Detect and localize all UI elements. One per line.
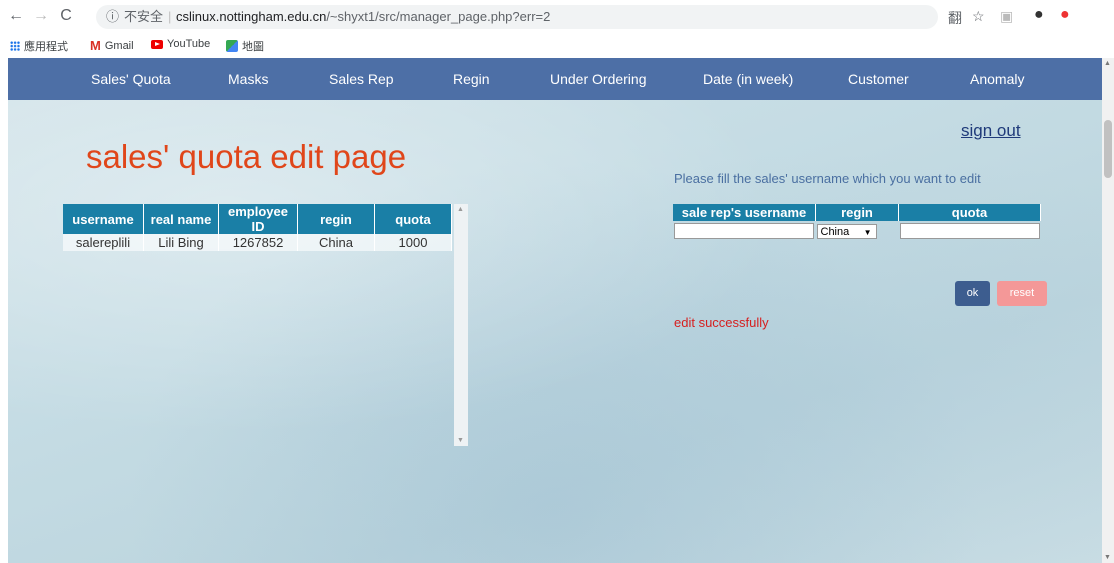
- cell-username: salereplili: [63, 234, 144, 251]
- bookmark-label: 應用程式: [24, 41, 68, 53]
- col-regin: regin: [815, 204, 899, 221]
- gmail-icon: M: [90, 38, 101, 53]
- form-input-row: China ▼: [673, 221, 1041, 241]
- bookmark-label: YouTube: [167, 38, 211, 50]
- col-regin: regin: [297, 204, 375, 234]
- translate-icon[interactable]: 翻: [948, 8, 962, 28]
- table-header-row: username real name employee ID regin quo…: [63, 204, 452, 234]
- apps-icon: [10, 41, 20, 51]
- nav-sales-quota[interactable]: Sales' Quota: [91, 71, 171, 87]
- bookmark-youtube[interactable]: YouTube: [151, 38, 210, 50]
- tab-icon[interactable]: ▣: [1000, 8, 1013, 25]
- cell-quota: 1000: [374, 234, 452, 251]
- browser-toolbar: ← → C ⓘ 不安全 | cslinux.nottingham.edu.cn/…: [0, 0, 1114, 34]
- col-quota: quota: [374, 204, 452, 234]
- nav-customer[interactable]: Customer: [848, 71, 909, 87]
- nav-regin[interactable]: Regin: [453, 71, 490, 87]
- sales-quota-table: username real name employee ID regin quo…: [63, 204, 452, 251]
- reset-button[interactable]: reset: [997, 281, 1047, 306]
- bookmark-label: Gmail: [104, 39, 134, 52]
- dropdown-arrow-icon: ▼: [863, 227, 872, 237]
- insecure-label: 不安全: [124, 9, 164, 24]
- page-scrollbar[interactable]: ▲ ▼: [1102, 58, 1114, 563]
- url-text: cslinux.nottingham.edu.cn/~shyxt1/src/ma…: [176, 5, 550, 29]
- username-input[interactable]: [674, 223, 814, 239]
- extension-icon[interactable]: ●: [1060, 6, 1070, 24]
- separator: |: [168, 9, 172, 24]
- nav-anomaly[interactable]: Anomaly: [970, 71, 1024, 87]
- bookmark-gmail[interactable]: M Gmail: [90, 38, 134, 53]
- nav-date-in-week[interactable]: Date (in week): [703, 71, 793, 87]
- scroll-down-icon[interactable]: ▼: [457, 437, 464, 444]
- nav-sales-rep[interactable]: Sales Rep: [329, 71, 394, 87]
- bookmark-maps[interactable]: 地圖: [226, 38, 264, 54]
- info-icon[interactable]: ⓘ: [106, 5, 119, 29]
- table-scrollbar[interactable]: ▲ ▼: [454, 204, 468, 446]
- bookmark-apps[interactable]: 應用程式: [10, 38, 68, 54]
- form-header-row: sale rep's username regin quota: [673, 204, 1041, 221]
- page-title: sales' quota edit page: [86, 138, 407, 175]
- col-real-name: real name: [143, 204, 219, 234]
- edit-hint: Please fill the sales' username which yo…: [674, 171, 981, 186]
- address-bar[interactable]: ⓘ 不安全 | cslinux.nottingham.edu.cn/~shyxt…: [96, 5, 938, 29]
- nav-masks[interactable]: Masks: [228, 71, 268, 87]
- cell-employee-id: 1267852: [218, 234, 298, 251]
- regin-select[interactable]: China ▼: [816, 223, 877, 239]
- back-icon[interactable]: ←: [6, 7, 26, 25]
- profile-icon[interactable]: ●: [1034, 6, 1044, 24]
- col-sale-rep-username: sale rep's username: [673, 204, 816, 221]
- maps-icon: [226, 40, 238, 52]
- scroll-down-icon[interactable]: ▼: [1104, 554, 1111, 561]
- url-host: cslinux.nottingham.edu.cn: [176, 9, 327, 24]
- url-path: /~shyxt1/src/manager_page.php?err=2: [326, 9, 551, 24]
- scrollbar-thumb[interactable]: [1104, 120, 1112, 178]
- quota-input[interactable]: [899, 223, 1040, 239]
- col-quota: quota: [898, 204, 1041, 221]
- bookmarks-bar: 應用程式 M Gmail YouTube 地圖: [0, 34, 1114, 56]
- youtube-icon: [151, 39, 163, 49]
- status-message: edit successfully: [674, 315, 769, 330]
- cell-regin: China: [297, 234, 375, 251]
- table-row: salereplili Lili Bing 1267852 China 1000: [63, 234, 452, 251]
- edit-form-table: sale rep's username regin quota China ▼: [673, 204, 1041, 241]
- ok-button[interactable]: ok: [955, 281, 990, 306]
- scroll-up-icon[interactable]: ▲: [1104, 60, 1111, 67]
- col-username: username: [63, 204, 144, 234]
- browser-chrome: ← → C ⓘ 不安全 | cslinux.nottingham.edu.cn/…: [0, 0, 1114, 56]
- forward-icon[interactable]: →: [31, 7, 51, 25]
- col-employee-id: employee ID: [218, 204, 298, 234]
- sign-out-link[interactable]: sign out: [961, 121, 1021, 141]
- scroll-up-icon[interactable]: ▲: [457, 206, 464, 213]
- nav-under-ordering[interactable]: Under Ordering: [550, 71, 647, 87]
- top-nav: Sales' Quota Masks Sales Rep Regin Under…: [8, 58, 1102, 100]
- reload-icon[interactable]: C: [56, 7, 76, 25]
- cell-real-name: Lili Bing: [143, 234, 219, 251]
- bookmark-label: 地圖: [242, 41, 264, 53]
- page-viewport: Sales' Quota Masks Sales Rep Regin Under…: [8, 58, 1102, 563]
- star-icon[interactable]: ☆: [972, 8, 985, 25]
- regin-selected: China: [820, 225, 850, 238]
